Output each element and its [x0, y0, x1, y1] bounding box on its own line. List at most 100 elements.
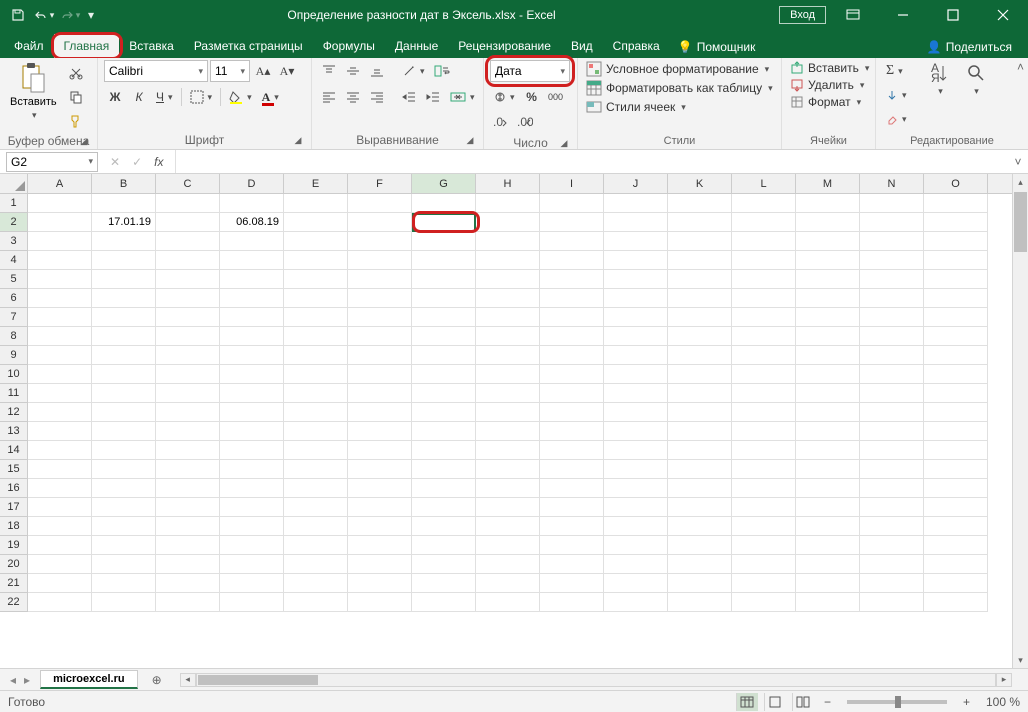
cell[interactable] — [284, 517, 348, 536]
cell[interactable] — [732, 517, 796, 536]
scroll-thumb[interactable] — [1014, 192, 1027, 252]
cell[interactable] — [860, 441, 924, 460]
row-header[interactable]: 5 — [0, 270, 28, 289]
row-header[interactable]: 18 — [0, 517, 28, 536]
cell[interactable] — [92, 232, 156, 251]
sort-filter-button[interactable]: AЯ▾ — [923, 60, 957, 99]
tab-file[interactable]: Файл — [4, 34, 54, 58]
cell[interactable] — [860, 232, 924, 251]
cell[interactable] — [28, 536, 92, 555]
cell[interactable] — [540, 536, 604, 555]
cell[interactable] — [604, 403, 668, 422]
cell[interactable] — [220, 441, 284, 460]
cell[interactable] — [284, 365, 348, 384]
cell[interactable] — [220, 574, 284, 593]
cell[interactable] — [796, 536, 860, 555]
cell[interactable] — [92, 536, 156, 555]
cell[interactable] — [668, 422, 732, 441]
cell[interactable] — [220, 422, 284, 441]
horizontal-scrollbar[interactable]: ◂ ▸ — [180, 673, 1012, 687]
cell[interactable] — [924, 517, 988, 536]
cell[interactable] — [924, 498, 988, 517]
cell[interactable] — [732, 308, 796, 327]
cell[interactable] — [412, 384, 476, 403]
cell[interactable] — [92, 422, 156, 441]
new-sheet-icon[interactable]: ⊕ — [146, 669, 168, 691]
cell[interactable] — [860, 346, 924, 365]
row-header[interactable]: 11 — [0, 384, 28, 403]
cell[interactable] — [156, 213, 220, 232]
cell[interactable] — [476, 365, 540, 384]
cell[interactable] — [220, 308, 284, 327]
cell[interactable] — [412, 289, 476, 308]
cell[interactable] — [732, 346, 796, 365]
cell[interactable] — [540, 194, 604, 213]
cell[interactable] — [412, 479, 476, 498]
cell[interactable] — [540, 213, 604, 232]
cell[interactable] — [604, 308, 668, 327]
format-painter-icon[interactable] — [65, 110, 87, 132]
cell[interactable] — [348, 213, 412, 232]
cell[interactable] — [92, 517, 156, 536]
cell[interactable] — [348, 270, 412, 289]
cell[interactable] — [156, 289, 220, 308]
cell[interactable] — [28, 213, 92, 232]
cell[interactable] — [860, 460, 924, 479]
align-top-icon[interactable] — [318, 60, 340, 82]
cell[interactable] — [540, 327, 604, 346]
paste-button[interactable]: Вставить▾ — [6, 60, 61, 123]
cell[interactable] — [540, 308, 604, 327]
cell[interactable] — [220, 327, 284, 346]
row-header[interactable]: 19 — [0, 536, 28, 555]
autosum-icon[interactable]: Σ▾ — [882, 60, 911, 82]
col-header[interactable]: C — [156, 174, 220, 193]
delete-cells-button[interactable]: Удалить▾ — [788, 77, 871, 93]
cell[interactable] — [860, 213, 924, 232]
cell[interactable] — [28, 517, 92, 536]
cell[interactable] — [156, 308, 220, 327]
cell[interactable] — [540, 346, 604, 365]
cell[interactable] — [604, 213, 668, 232]
cell[interactable] — [796, 213, 860, 232]
undo-icon[interactable]: ▾ — [32, 3, 56, 27]
cell[interactable] — [28, 194, 92, 213]
scroll-left-icon[interactable]: ◂ — [180, 673, 196, 687]
select-all-corner[interactable] — [0, 174, 28, 193]
cell[interactable] — [412, 536, 476, 555]
cell[interactable] — [540, 460, 604, 479]
cell[interactable] — [156, 232, 220, 251]
cell[interactable] — [668, 270, 732, 289]
cell[interactable] — [476, 593, 540, 612]
align-left-icon[interactable] — [318, 86, 340, 108]
cell[interactable] — [284, 384, 348, 403]
cell[interactable] — [284, 536, 348, 555]
cell[interactable] — [860, 384, 924, 403]
cell[interactable] — [796, 194, 860, 213]
row-header[interactable]: 7 — [0, 308, 28, 327]
cell[interactable] — [412, 308, 476, 327]
maximize-icon[interactable] — [930, 0, 976, 30]
cell[interactable] — [156, 327, 220, 346]
cell[interactable] — [348, 384, 412, 403]
cell[interactable] — [348, 308, 412, 327]
save-icon[interactable] — [6, 3, 30, 27]
cell[interactable] — [604, 536, 668, 555]
cell[interactable] — [540, 365, 604, 384]
cell[interactable] — [284, 270, 348, 289]
zoom-slider[interactable] — [847, 700, 947, 704]
cell[interactable] — [412, 232, 476, 251]
cell[interactable] — [284, 232, 348, 251]
col-header[interactable]: H — [476, 174, 540, 193]
cell[interactable] — [924, 593, 988, 612]
cell[interactable] — [668, 384, 732, 403]
cell[interactable] — [348, 327, 412, 346]
cell[interactable] — [412, 593, 476, 612]
row-header[interactable]: 8 — [0, 327, 28, 346]
cell[interactable] — [348, 346, 412, 365]
cell[interactable] — [156, 403, 220, 422]
bold-button[interactable]: Ж — [104, 86, 126, 108]
number-format-combo[interactable]: Дата▾ — [490, 60, 570, 82]
cell[interactable] — [540, 555, 604, 574]
cell[interactable] — [92, 327, 156, 346]
cell[interactable] — [732, 194, 796, 213]
